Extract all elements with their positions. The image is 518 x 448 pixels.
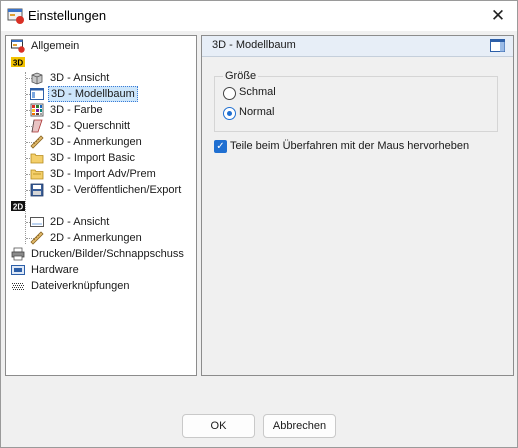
size-group: Größe Schmal Normal xyxy=(214,70,498,132)
model-tree-icon xyxy=(30,88,44,100)
printer-icon xyxy=(11,247,25,261)
tree-connector xyxy=(25,216,26,244)
settings-category-tree: Allgemein 3D 3D - Ansicht 3D - Modellbau… xyxy=(5,35,197,376)
panel-header: 3D - Modellbaum xyxy=(202,36,513,57)
2d-badge: 2D xyxy=(13,203,23,212)
highlight-on-hover-label[interactable]: Teile beim Überfahren mit der Maus hervo… xyxy=(230,140,469,152)
2d-view-icon xyxy=(30,217,44,227)
cancel-button[interactable]: Abbrechen xyxy=(263,414,336,438)
2d-category-icon: 2D xyxy=(11,201,25,212)
title-bar: Einstellungen ✕ xyxy=(1,1,517,31)
general-settings-icon xyxy=(11,39,25,53)
3d-category-icon: 3D xyxy=(11,57,25,68)
tree-item-label: 3D - Anmerkungen xyxy=(50,136,142,148)
settings-panel: 3D - Modellbaum Größe Schmal Normal ✓ Te… xyxy=(201,35,514,376)
tree-item-label: 3D - Import Adv/Prem xyxy=(50,168,156,180)
tree-item-label: 3D - Farbe xyxy=(50,104,103,116)
tree-item-label: 3D - Import Basic xyxy=(50,152,135,164)
ok-button[interactable]: OK xyxy=(182,414,255,438)
size-radio-schmal-label[interactable]: Schmal xyxy=(239,86,276,98)
tree-item-label: 3D - Querschnitt xyxy=(50,120,131,132)
close-button[interactable]: ✕ xyxy=(487,6,509,26)
settings-dialog: Einstellungen ✕ Allgemein 3D 3D - Ansich… xyxy=(0,0,518,448)
tree-item-label: Dateiverknüpfungen xyxy=(31,280,130,292)
highlight-on-hover-checkbox[interactable]: ✓ xyxy=(214,140,227,153)
tree-item-label: Hardware xyxy=(31,264,79,276)
tree-item-label: Drucken/Bilder/Schnappschuss xyxy=(31,248,184,260)
3d-view-icon xyxy=(31,72,43,85)
cross-section-icon xyxy=(31,119,43,133)
tree-item-label: 2D - Ansicht xyxy=(50,216,110,228)
tree-item-label: 3D - Veröffentlichen/Export xyxy=(50,184,182,196)
tree-item-label: 3D - Modellbaum xyxy=(48,86,138,102)
model-tree-panel-icon xyxy=(490,39,505,52)
file-association-icon xyxy=(12,283,24,290)
tree-item-label: 3D - Ansicht xyxy=(50,72,110,84)
export-disk-icon xyxy=(30,183,44,197)
color-palette-icon xyxy=(30,103,44,117)
checkmark-icon: ✓ xyxy=(216,141,225,152)
annotation-ruler-icon xyxy=(30,231,44,245)
app-icon xyxy=(7,8,24,24)
panel-title: 3D - Modellbaum xyxy=(212,39,296,51)
annotation-ruler-icon xyxy=(30,135,44,149)
size-group-legend: Größe xyxy=(223,70,259,82)
close-icon: ✕ xyxy=(490,6,506,25)
size-radio-normal[interactable] xyxy=(223,107,236,120)
hardware-icon xyxy=(11,265,25,275)
tree-item-label: 2D - Anmerkungen xyxy=(50,232,142,244)
folder-import-icon xyxy=(30,153,44,164)
tree-item-label: Allgemein xyxy=(31,40,80,52)
size-radio-schmal[interactable] xyxy=(223,87,236,100)
folder-import-advanced-icon xyxy=(30,169,44,180)
window-title: Einstellungen xyxy=(28,8,107,23)
3d-badge: 3D xyxy=(13,59,23,68)
size-radio-normal-label[interactable]: Normal xyxy=(239,106,274,118)
